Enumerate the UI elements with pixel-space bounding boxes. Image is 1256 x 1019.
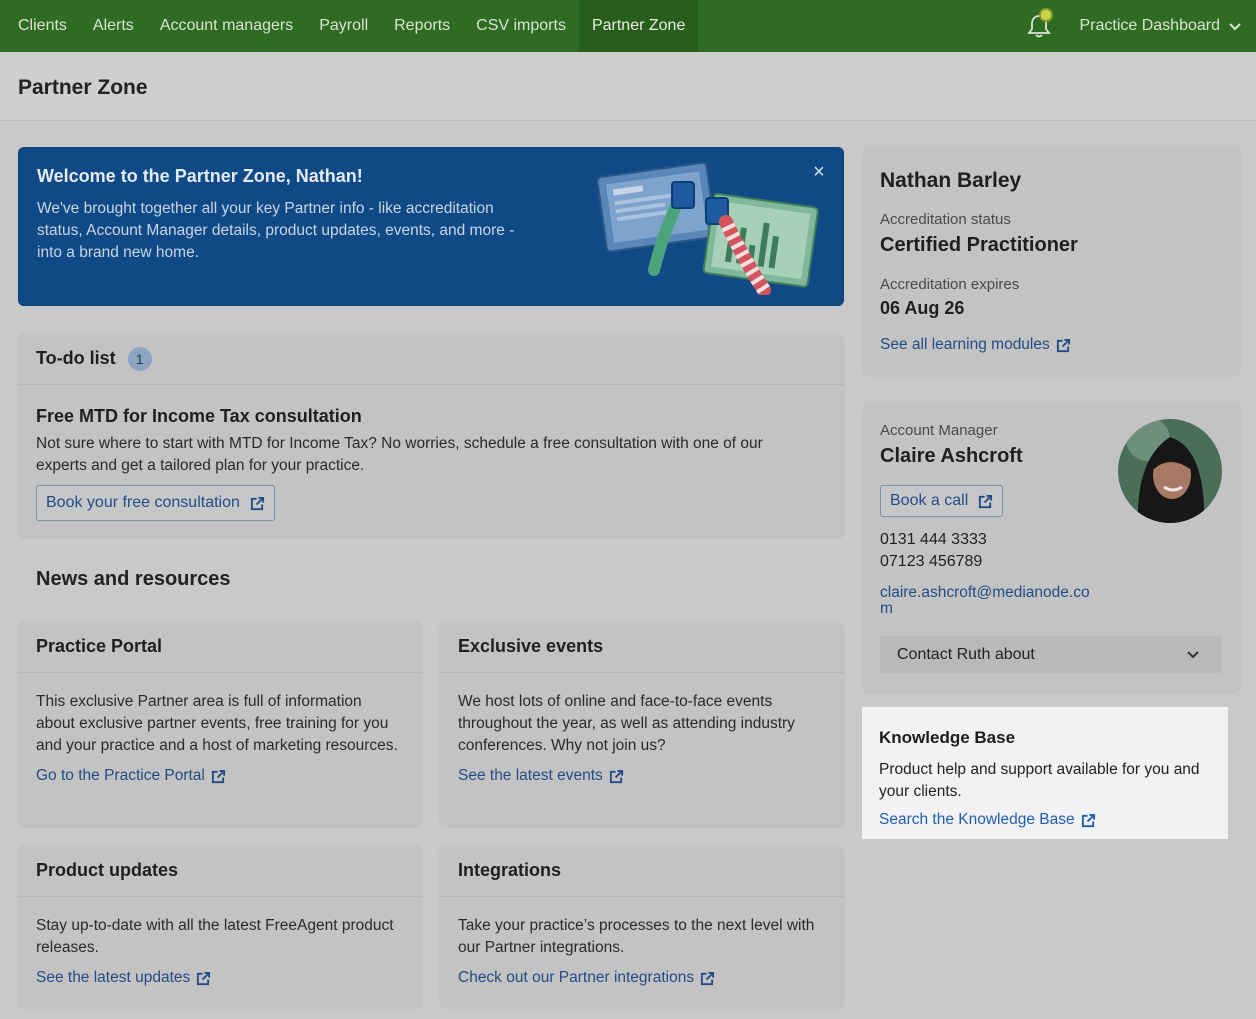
accreditation-expires: 06 Aug 26: [880, 298, 965, 318]
nav-item-account-managers[interactable]: Account managers: [147, 0, 306, 52]
bell-icon[interactable]: [1019, 0, 1059, 52]
product-updates-link-label: See the latest updates: [36, 969, 191, 986]
profile-card: Nathan Barley Accreditation status Certi…: [862, 147, 1240, 375]
integrations-text: Take your practice’s processes to the ne…: [458, 917, 815, 956]
nav-item-reports[interactable]: Reports: [381, 0, 463, 52]
contact-dropdown-label: Contact Ruth about: [897, 645, 1035, 663]
email-line-1: claire.ashcroft@medianode.co: [880, 584, 1090, 601]
chevron-down-icon: [1187, 651, 1199, 659]
exclusive-events-link-label: See the latest events: [458, 767, 603, 784]
external-link-icon: [701, 971, 715, 985]
product-updates-link[interactable]: See the latest updates: [36, 967, 211, 989]
welcome-banner: Welcome to the Partner Zone, Nathan! We'…: [18, 147, 844, 306]
banner-illustration-icon: [596, 161, 819, 295]
chevron-down-icon: [1229, 23, 1241, 31]
todo-item-text: Not sure where to start with MTD for Inc…: [36, 435, 763, 474]
external-link-icon: [1081, 813, 1095, 827]
practice-portal-card: Practice Portal This exclusive Partner a…: [18, 621, 422, 826]
phone-landline: 0131 444 3333: [880, 531, 987, 548]
learning-modules-link[interactable]: See all learning modules: [880, 336, 1071, 354]
email-link[interactable]: claire.ashcroft@medianode.co m: [880, 585, 1090, 617]
external-link-icon: [1056, 338, 1070, 352]
book-consultation-button[interactable]: Book your free consultation: [36, 485, 275, 521]
contact-dropdown[interactable]: Contact Ruth about: [880, 636, 1222, 673]
book-call-label: Book a call: [890, 492, 969, 509]
todo-count-badge: 1: [127, 346, 152, 371]
external-link-icon: [211, 769, 225, 783]
nav-item-payroll[interactable]: Payroll: [306, 0, 381, 52]
page-header: Partner Zone: [0, 52, 1256, 121]
learning-modules-label: See all learning modules: [880, 336, 1050, 353]
practice-portal-body: This exclusive Partner area is full of i…: [18, 673, 422, 787]
external-link-icon: [979, 494, 993, 508]
external-link-icon: [197, 971, 211, 985]
todo-item-title: Free MTD for Income Tax consultation: [36, 406, 362, 426]
product-updates-text: Stay up-to-date with all the latest Free…: [36, 917, 394, 956]
todo-title: To-do list: [36, 348, 116, 368]
nav-item-partner-zone[interactable]: Partner Zone: [578, 0, 699, 52]
integrations-body: Take your practice’s processes to the ne…: [440, 897, 844, 989]
product-updates-title: Product updates: [18, 845, 422, 897]
practice-portal-title: Practice Portal: [18, 621, 422, 673]
integrations-title: Integrations: [440, 845, 844, 897]
practice-portal-link[interactable]: Go to the Practice Portal: [36, 765, 226, 787]
avatar: [1118, 419, 1222, 523]
todo-header: To-do list 1: [18, 333, 844, 385]
exclusive-events-title: Exclusive events: [440, 621, 844, 673]
account-manager-label: Account Manager: [880, 422, 998, 439]
integrations-link[interactable]: Check out our Partner integrations: [458, 967, 715, 989]
integrations-link-label: Check out our Partner integrations: [458, 969, 695, 986]
practice-dashboard-menu[interactable]: Practice Dashboard: [1079, 17, 1256, 35]
external-link-icon: [609, 769, 623, 783]
product-updates-card: Product updates Stay up-to-date with all…: [18, 845, 422, 1007]
page-title: Partner Zone: [18, 76, 148, 99]
nav-item-alerts[interactable]: Alerts: [80, 0, 147, 52]
book-consultation-label: Book your free consultation: [46, 494, 240, 511]
nav-item-clients[interactable]: Clients: [0, 0, 80, 52]
banner-text: We've brought together all your key Part…: [37, 200, 515, 261]
practice-portal-link-label: Go to the Practice Portal: [36, 767, 205, 784]
knowledge-base-link[interactable]: Search the Knowledge Base: [879, 811, 1096, 829]
practice-portal-text: This exclusive Partner area is full of i…: [36, 693, 398, 754]
exclusive-events-text: We host lots of online and face-to-face …: [458, 693, 795, 754]
external-link-icon: [250, 496, 264, 510]
product-updates-body: Stay up-to-date with all the latest Free…: [18, 897, 422, 989]
profile-name: Nathan Barley: [880, 169, 1022, 192]
email-line-2: m: [880, 600, 893, 617]
account-manager-name: Claire Ashcroft: [880, 445, 1023, 467]
exclusive-events-card: Exclusive events We host lots of online …: [440, 621, 844, 826]
banner-title: Welcome to the Partner Zone, Nathan!: [37, 166, 363, 186]
accreditation-status-label: Accreditation status: [880, 211, 1011, 228]
book-call-button[interactable]: Book a call: [880, 485, 1004, 517]
phone-mobile: 07123 456789: [880, 553, 983, 570]
knowledge-base-title: Knowledge Base: [879, 728, 1016, 747]
top-nav: Clients Alerts Account managers Payroll …: [0, 0, 1256, 52]
todo-body: Free MTD for Income Tax consultation Not…: [18, 385, 844, 521]
practice-dashboard-label: Practice Dashboard: [1079, 17, 1220, 34]
todo-card: To-do list 1 Free MTD for Income Tax con…: [18, 333, 844, 537]
accreditation-expires-label: Accreditation expires: [880, 276, 1020, 293]
nav-item-csv-imports[interactable]: CSV imports: [463, 0, 579, 52]
nav-right: Practice Dashboard: [1019, 0, 1256, 52]
account-manager-card: Account Manager Claire Ashcroft Book a c…: [862, 403, 1240, 691]
news-title: News and resources: [36, 568, 231, 590]
exclusive-events-body: We host lots of online and face-to-face …: [440, 673, 844, 787]
knowledge-base-link-label: Search the Knowledge Base: [879, 811, 1075, 828]
integrations-card: Integrations Take your practice’s proces…: [440, 845, 844, 1007]
exclusive-events-link[interactable]: See the latest events: [458, 765, 624, 787]
knowledge-base-text: Product help and support available for y…: [879, 761, 1200, 800]
accreditation-status: Certified Practitioner: [880, 234, 1078, 256]
knowledge-base-card: Knowledge Base Product help and support …: [862, 707, 1228, 839]
